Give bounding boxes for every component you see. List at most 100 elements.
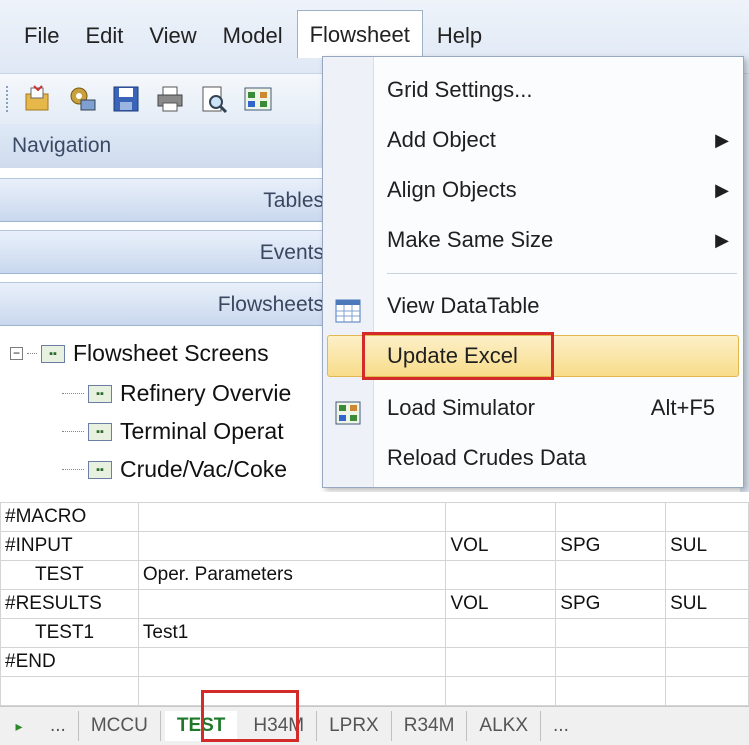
sheet-cell[interactable]: [555, 676, 667, 706]
menu-item-label: Add Object: [387, 127, 496, 152]
menu-item-make-same-size[interactable]: Make Same Size ▶: [323, 217, 743, 263]
settings-gear-icon[interactable]: [67, 84, 97, 114]
sheet-tab-lprx[interactable]: LPRX: [317, 711, 392, 741]
spreadsheet: #MACRO #INPUT VOL SPG SUL TEST Oper. Parameter…: [0, 492, 749, 706]
menu-item-add-object[interactable]: Add Object ▶: [323, 117, 743, 163]
sheet-cell[interactable]: [137, 531, 447, 561]
sheet-row: #INPUT VOL SPG SUL: [0, 531, 749, 561]
toolbar: [0, 74, 330, 124]
tree-item[interactable]: ▪▪ Crude/Vac/Coke: [62, 456, 287, 483]
tree-connector: [62, 431, 84, 432]
tree-item-label: Refinery Overvie: [120, 380, 292, 406]
flowsheet-node-icon: ▪▪: [88, 422, 112, 441]
save-icon[interactable]: [111, 84, 141, 114]
sheet-tab-mccu[interactable]: MCCU: [79, 711, 161, 741]
print-icon[interactable]: [155, 84, 185, 114]
sheet-cell[interactable]: [445, 560, 557, 590]
tree-item-label: Crude/Vac/Coke: [120, 456, 288, 482]
tree-item[interactable]: ▪▪ Refinery Overvie: [62, 380, 291, 407]
menu-edit[interactable]: Edit: [73, 18, 135, 54]
flowsheet-icon[interactable]: [243, 84, 273, 114]
tree-root[interactable]: − ▪▪ Flowsheet Screens: [10, 340, 269, 367]
menu-view[interactable]: View: [137, 18, 208, 54]
open-folder-icon[interactable]: [23, 84, 53, 114]
sheet-cell[interactable]: [665, 502, 749, 532]
sheet-cell[interactable]: #INPUT: [0, 531, 139, 561]
sheet-cell[interactable]: #END: [0, 647, 139, 677]
sheet-cell[interactable]: Oper. Parameters: [137, 560, 447, 590]
collapse-icon[interactable]: −: [10, 347, 23, 360]
menu-item-align-objects[interactable]: Align Objects ▶: [323, 167, 743, 213]
sheet-cell[interactable]: #RESULTS: [0, 589, 139, 619]
toolbar-grip[interactable]: [6, 86, 11, 112]
sheet-cell[interactable]: [0, 676, 139, 706]
sheet-cell[interactable]: [137, 589, 447, 619]
sheet-cell[interactable]: [665, 676, 749, 706]
sheet-cell[interactable]: [555, 618, 667, 648]
sheet-tab-alkx[interactable]: ALKX: [467, 711, 542, 741]
sheet-cell[interactable]: [665, 618, 749, 648]
sheet-row: [0, 676, 749, 706]
flowsheet-tree: − ▪▪ Flowsheet Screens ▪▪ Refinery Overv…: [0, 330, 330, 490]
sheet-cell[interactable]: [445, 647, 557, 677]
sheet-cell[interactable]: SPG: [555, 531, 667, 561]
sheet-cell[interactable]: [555, 647, 667, 677]
spreadsheet-grid: #MACRO #INPUT VOL SPG SUL TEST Oper. Parameter…: [0, 502, 749, 706]
menu-item-label: View DataTable: [387, 293, 540, 318]
tree-connector: [62, 393, 84, 394]
menu-item-reload-crudes-data[interactable]: Reload Crudes Data: [323, 435, 743, 481]
sheet-cell[interactable]: [137, 502, 447, 532]
flowsheet-node-icon: ▪▪: [41, 344, 65, 363]
table-icon: [335, 293, 361, 323]
menu-item-load-simulator[interactable]: Load Simulator Alt+F5: [323, 385, 743, 431]
sheet-cell[interactable]: [665, 647, 749, 677]
sheet-tab-more-left[interactable]: ...: [38, 711, 79, 741]
flowsheet-node-icon: ▪▪: [88, 384, 112, 403]
menu-item-view-datatable[interactable]: View DataTable: [323, 283, 743, 329]
menu-item-label: Grid Settings...: [387, 77, 533, 102]
submenu-arrow-icon: ▶: [715, 230, 729, 250]
tab-scroll-right-icon[interactable]: ▸: [0, 718, 38, 735]
sheet-cell[interactable]: VOL: [445, 531, 557, 561]
print-preview-icon[interactable]: [199, 84, 229, 114]
menu-flowsheet[interactable]: Flowsheet: [296, 10, 423, 58]
nav-button-flowsheets[interactable]: Flowsheets: [0, 282, 330, 326]
sheet-tab-bar: ▸ ... MCCU TEST H34M LPRX R34M ALKX ...: [0, 706, 749, 745]
sheet-cell[interactable]: TEST1: [0, 618, 139, 648]
menu-item-grid-settings[interactable]: Grid Settings...: [323, 67, 743, 113]
sheet-cell[interactable]: #MACRO: [0, 502, 139, 532]
sheet-row: #MACRO: [0, 502, 749, 532]
menu-item-shortcut: Alt+F5: [650, 395, 715, 420]
sheet-cell[interactable]: TEST: [0, 560, 139, 590]
menu-help[interactable]: Help: [425, 18, 494, 54]
sheet-cell[interactable]: SUL: [665, 531, 749, 561]
sheet-cell[interactable]: SUL: [665, 589, 749, 619]
sheet-tab-more-right[interactable]: ...: [541, 711, 581, 741]
sheet-cell[interactable]: SPG: [555, 589, 667, 619]
sheet-tab-r34m[interactable]: R34M: [392, 711, 468, 741]
tree-connector: [62, 469, 84, 470]
tree-item[interactable]: ▪▪ Terminal Operat: [62, 418, 284, 445]
sheet-cell[interactable]: [555, 502, 667, 532]
tree-connector: [27, 353, 37, 354]
sheet-cell[interactable]: [445, 502, 557, 532]
menu-item-label: Make Same Size: [387, 227, 554, 252]
sheet-cell[interactable]: VOL: [445, 589, 557, 619]
menu-item-label: Align Objects: [387, 177, 517, 202]
sheet-row: TEST Oper. Parameters: [0, 560, 749, 590]
sheet-cell[interactable]: [445, 676, 557, 706]
tree-item-label: Terminal Operat: [120, 418, 284, 444]
submenu-arrow-icon: ▶: [715, 180, 729, 200]
sheet-cell[interactable]: [137, 647, 447, 677]
tree-root-label: Flowsheet Screens: [73, 340, 269, 366]
menu-item-label: Reload Crudes Data: [387, 445, 587, 470]
nav-button-tables[interactable]: Tables: [0, 178, 330, 222]
sheet-cell[interactable]: [445, 618, 557, 648]
menu-file[interactable]: File: [12, 18, 71, 54]
sheet-cell[interactable]: [555, 560, 667, 590]
menu-model[interactable]: Model: [211, 18, 295, 54]
sheet-cell[interactable]: [665, 560, 749, 590]
nav-button-events[interactable]: Events: [0, 230, 330, 274]
sheet-cell[interactable]: Test1: [137, 618, 447, 648]
menu-item-label: Load Simulator: [387, 395, 535, 420]
